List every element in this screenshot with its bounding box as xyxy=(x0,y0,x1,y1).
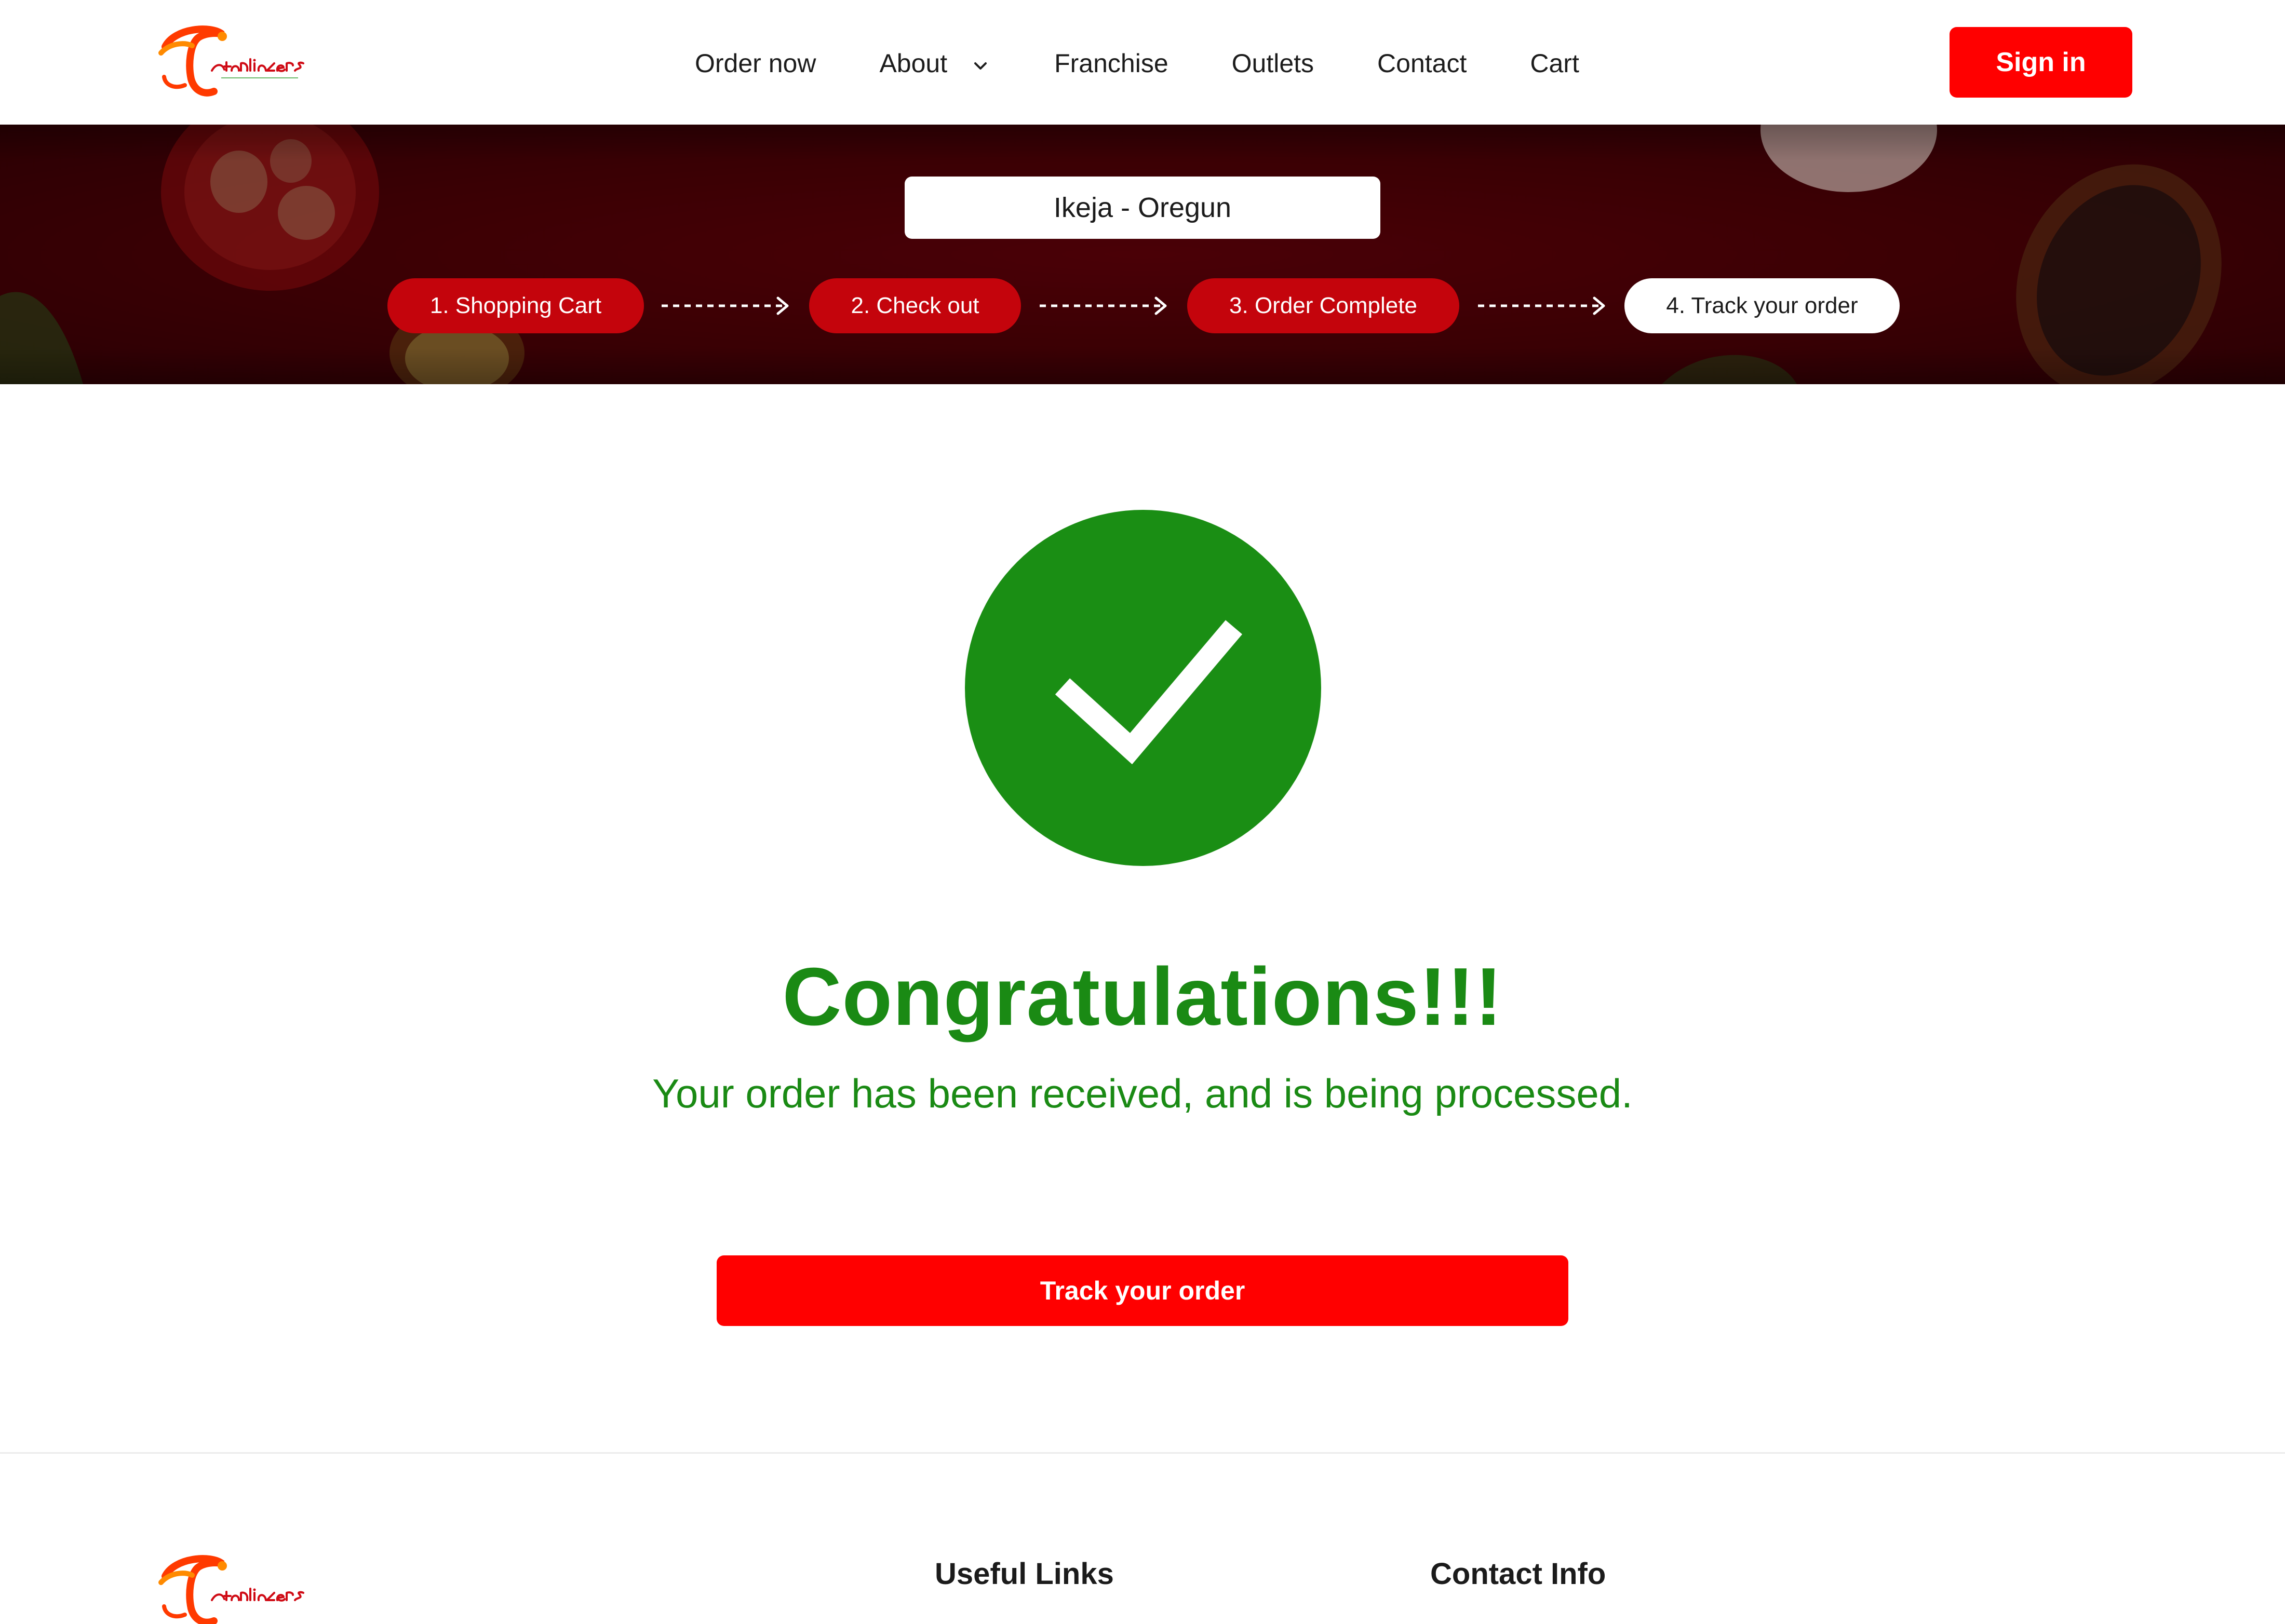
checkout-banner: Ikeja - Oregun 1. Shopping Cart 2. Check… xyxy=(0,125,2285,384)
site-header: Order now About Franchise Outlets Contac… xyxy=(0,0,2285,125)
nav-label: About xyxy=(879,49,948,78)
main-nav: Order now About Franchise Outlets Contac… xyxy=(695,48,1579,79)
check-circle-icon xyxy=(965,510,1321,866)
step-order-complete[interactable]: 3. Order Complete xyxy=(1187,278,1459,333)
step-check-out[interactable]: 2. Check out xyxy=(809,278,1021,333)
footer-tantalizers-logo[interactable] xyxy=(154,1552,304,1624)
nav-order-now[interactable]: Order now xyxy=(695,48,816,78)
nav-label: Cart xyxy=(1530,49,1579,78)
outlet-location-selector[interactable]: Ikeja - Oregun xyxy=(905,177,1380,239)
nav-cart[interactable]: Cart xyxy=(1530,48,1579,78)
sign-in-button[interactable]: Sign in xyxy=(1950,27,2132,98)
nav-about[interactable]: About xyxy=(879,48,991,78)
step-arrow-icon xyxy=(1040,296,1167,315)
step-track-your-order[interactable]: 4. Track your order xyxy=(1624,278,1900,333)
nav-contact[interactable]: Contact xyxy=(1377,48,1467,78)
track-order-button[interactable]: Track your order xyxy=(717,1255,1568,1326)
footer-divider xyxy=(0,1452,2285,1454)
nav-outlets[interactable]: Outlets xyxy=(1232,48,1314,78)
nav-label: Franchise xyxy=(1054,49,1168,78)
contact-info-heading: Contact Info xyxy=(1430,1557,1606,1591)
step-arrow-icon xyxy=(662,296,789,315)
step-shopping-cart[interactable]: 1. Shopping Cart xyxy=(387,278,644,333)
chevron-down-icon[interactable] xyxy=(970,53,991,74)
nav-label: Outlets xyxy=(1231,49,1314,78)
useful-links-heading: Useful Links xyxy=(935,1557,1114,1591)
congratulations-title: Congratulations!!! xyxy=(782,951,1503,1043)
tantalizers-logo[interactable] xyxy=(154,23,304,102)
nav-franchise[interactable]: Franchise xyxy=(1054,48,1168,78)
step-arrow-icon xyxy=(1478,296,1605,315)
banner-food-background xyxy=(0,125,2222,384)
nav-label: Contact xyxy=(1377,49,1467,78)
checkout-stepper: 1. Shopping Cart 2. Check out 3. Order C… xyxy=(0,278,2285,333)
nav-label: Order now xyxy=(695,49,816,78)
order-status-message: Your order has been received, and is bei… xyxy=(652,1071,1633,1116)
